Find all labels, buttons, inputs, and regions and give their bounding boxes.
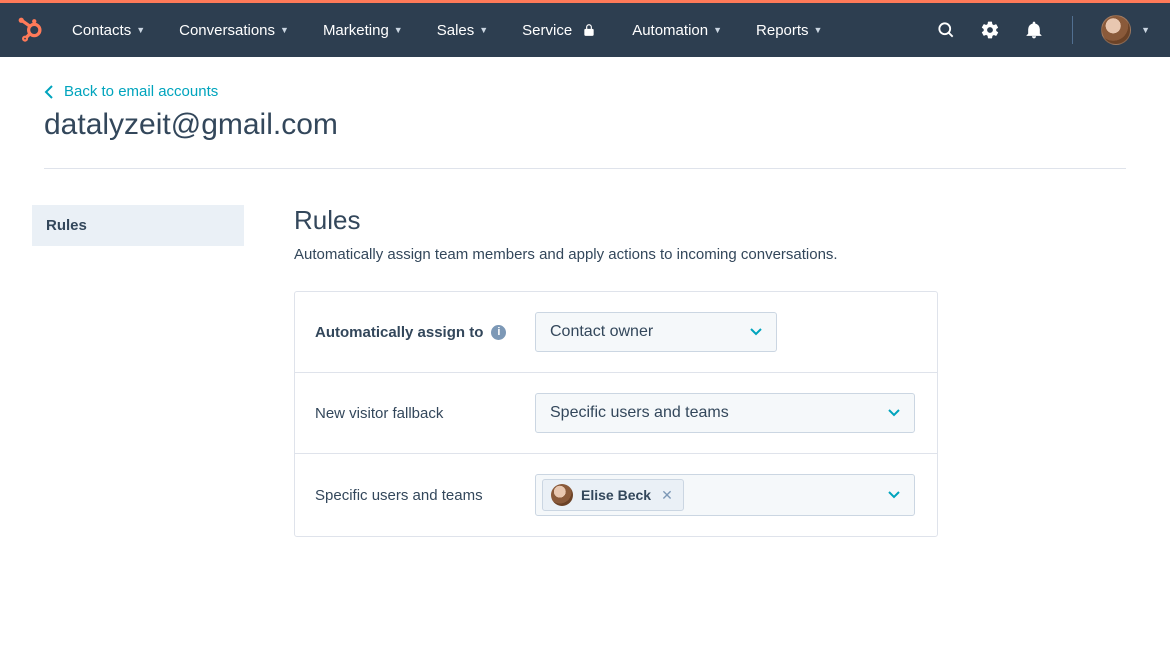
caret-down-icon (888, 486, 900, 504)
fallback-select[interactable]: Specific users and teams (535, 393, 915, 433)
caret-down-icon (888, 404, 900, 422)
select-value: Specific users and teams (550, 404, 729, 422)
chevron-left-icon (44, 85, 54, 99)
chip-avatar (551, 484, 573, 506)
select-value: Contact owner (550, 323, 653, 341)
page-title: datalyzeit@gmail.com (44, 108, 1126, 142)
rule-label-text: New visitor fallback (315, 405, 443, 422)
gear-icon[interactable] (980, 20, 1000, 40)
chevron-down-icon: ▼ (814, 25, 823, 35)
nav-automation[interactable]: Automation ▼ (632, 22, 722, 39)
page-content: Back to email accounts datalyzeit@gmail.… (0, 57, 1170, 537)
chip-label: Elise Beck (581, 487, 651, 503)
back-link-text: Back to email accounts (64, 83, 218, 100)
sprocket-icon (18, 17, 44, 43)
nav-items: Contacts ▼ Conversations ▼ Marketing ▼ S… (72, 21, 822, 39)
nav-label: Conversations (179, 22, 275, 39)
chevron-down-icon: ▼ (136, 25, 145, 35)
rule-label-text: Specific users and teams (315, 487, 483, 504)
rules-panel: Rules Automatically assign team members … (244, 205, 1126, 537)
nav-label: Service (522, 22, 572, 39)
nav-sales[interactable]: Sales ▼ (437, 22, 488, 39)
rule-row-fallback: New visitor fallback Specific users and … (295, 373, 937, 454)
main-navbar: Contacts ▼ Conversations ▼ Marketing ▼ S… (0, 3, 1170, 57)
nav-label: Sales (437, 22, 475, 39)
chevron-down-icon: ▼ (713, 25, 722, 35)
caret-down-icon (750, 323, 762, 341)
nav-conversations[interactable]: Conversations ▼ (179, 22, 289, 39)
users-multiselect[interactable]: Elise Beck ✕ (535, 474, 915, 516)
nav-label: Contacts (72, 22, 131, 39)
nav-marketing[interactable]: Marketing ▼ (323, 22, 403, 39)
search-icon[interactable] (936, 20, 956, 40)
nav-label: Automation (632, 22, 708, 39)
assign-to-select[interactable]: Contact owner (535, 312, 777, 352)
user-avatar (1101, 15, 1131, 45)
nav-reports[interactable]: Reports ▼ (756, 22, 822, 39)
chevron-down-icon: ▼ (479, 25, 488, 35)
nav-utility-icons: ▼ (936, 15, 1150, 45)
back-link[interactable]: Back to email accounts (44, 83, 1126, 100)
rules-heading: Rules (294, 205, 1126, 236)
rule-label-text: Automatically assign to (315, 324, 483, 341)
rule-label: Automatically assign to i (315, 324, 535, 341)
divider (44, 168, 1126, 169)
rule-row-assign-to: Automatically assign to i Contact owner (295, 292, 937, 373)
chevron-down-icon: ▼ (394, 25, 403, 35)
chevron-down-icon: ▼ (280, 25, 289, 35)
nav-service[interactable]: Service (522, 21, 598, 39)
rule-label: Specific users and teams (315, 487, 535, 504)
nav-label: Marketing (323, 22, 389, 39)
tab-rules[interactable]: Rules (32, 205, 244, 246)
rules-box: Automatically assign to i Contact owner … (294, 291, 938, 537)
hubspot-logo[interactable] (18, 17, 44, 43)
lock-icon (580, 21, 598, 39)
account-menu[interactable]: ▼ (1101, 15, 1150, 45)
rule-label: New visitor fallback (315, 405, 535, 422)
side-tabs: Rules (32, 205, 244, 537)
chip-remove-icon[interactable]: ✕ (659, 487, 675, 504)
nav-divider (1072, 16, 1073, 44)
info-icon[interactable]: i (491, 325, 506, 340)
rules-subheading: Automatically assign team members and ap… (294, 246, 1126, 263)
chevron-down-icon: ▼ (1141, 25, 1150, 35)
bell-icon[interactable] (1024, 20, 1044, 40)
nav-contacts[interactable]: Contacts ▼ (72, 22, 145, 39)
nav-label: Reports (756, 22, 809, 39)
rule-row-specific-users: Specific users and teams Elise Beck ✕ (295, 454, 937, 536)
user-chip: Elise Beck ✕ (542, 479, 684, 511)
